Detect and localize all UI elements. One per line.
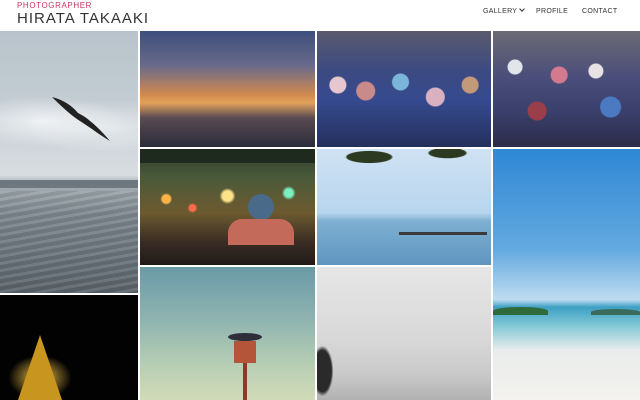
bird-icon: [52, 97, 110, 141]
nav-contact[interactable]: CONTACT: [582, 7, 617, 17]
tower-pole: [243, 363, 247, 400]
chevron-down-icon: [519, 6, 526, 12]
gallery-photo-crowd-2[interactable]: [493, 31, 640, 147]
gallery-photo-sea-bird[interactable]: [0, 31, 138, 293]
street-lights: [140, 169, 315, 229]
horizon-coastline: [0, 180, 138, 188]
main-nav: GALLERY PROFILE CONTACT: [0, 6, 640, 19]
gallery-photo-sunset[interactable]: [140, 31, 315, 147]
nav-profile[interactable]: PROFILE: [536, 7, 568, 17]
island-left: [493, 307, 548, 315]
gallery-photo-water-tower[interactable]: [140, 267, 315, 400]
rider-shirt: [228, 219, 294, 245]
crowd-figures: [317, 61, 491, 121]
gallery-photo-golden-temple[interactable]: [0, 295, 138, 400]
gallery-photo-foggy-coast[interactable]: [317, 267, 491, 400]
nav-gallery-label: GALLERY: [483, 8, 518, 15]
gallery-photo-sea-pier[interactable]: [317, 149, 491, 265]
tuktuk-roof: [140, 149, 315, 163]
tower-body: [234, 341, 256, 363]
rider-head: [248, 194, 274, 220]
tree-branch: [317, 149, 491, 189]
site-header: PHOTOGRAPHER HIRATA TAKAAKI GALLERY PROF…: [0, 0, 640, 30]
tree-silhouette: [317, 342, 335, 400]
tower-top: [228, 333, 262, 341]
gallery-photo-beach[interactable]: [493, 149, 640, 400]
temple-tower: [18, 335, 62, 400]
crowd-figures: [493, 51, 640, 131]
pier: [399, 232, 487, 235]
gallery-photo-crowd-1[interactable]: [317, 31, 491, 147]
nav-gallery[interactable]: GALLERY: [483, 6, 526, 17]
gallery-photo-night-street[interactable]: [140, 149, 315, 265]
sea-waves: [0, 191, 138, 293]
island-right: [591, 309, 640, 315]
